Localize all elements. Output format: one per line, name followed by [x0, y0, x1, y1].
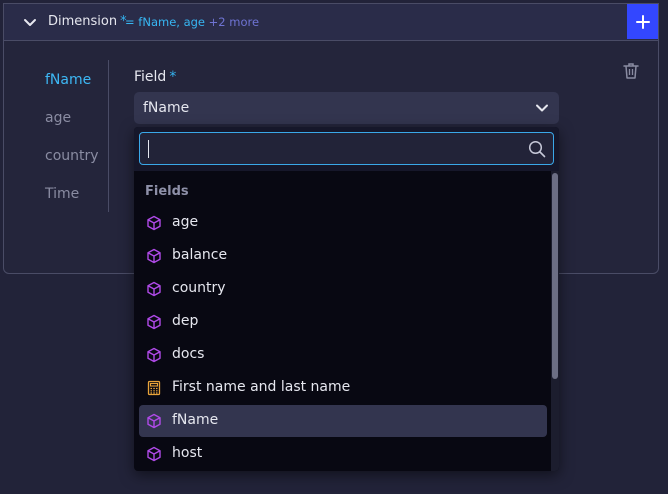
option-label: fName — [172, 412, 219, 428]
field-select[interactable]: fName — [134, 92, 559, 124]
panel-title: Dimension * — [48, 14, 127, 29]
option-label: balance — [172, 247, 228, 263]
option-age[interactable]: age — [139, 207, 547, 239]
search-input[interactable] — [139, 132, 554, 165]
option-label: First name and last name — [172, 379, 351, 395]
text-caret — [148, 140, 149, 158]
option-label: host — [172, 445, 203, 461]
option-host[interactable]: host — [139, 438, 547, 470]
calculator-icon — [147, 380, 161, 396]
trash-icon[interactable] — [623, 62, 639, 80]
dimension-tabs: fName age country Time — [45, 60, 109, 212]
group-label-fields: Fields — [145, 184, 189, 199]
cube-icon — [147, 215, 161, 231]
dropdown-search-area — [134, 127, 559, 171]
cube-icon — [147, 347, 161, 363]
search-icon[interactable] — [528, 140, 546, 158]
scrollbar-thumb[interactable] — [552, 173, 558, 379]
add-dimension-button[interactable] — [627, 4, 658, 39]
cube-icon — [147, 248, 161, 264]
option-balance[interactable]: balance — [139, 240, 547, 272]
field-required-mark: * — [169, 69, 177, 85]
field-label: Field * — [134, 69, 176, 85]
option-country[interactable]: country — [139, 273, 547, 305]
option-dep[interactable]: dep — [139, 306, 547, 338]
cube-icon — [147, 413, 161, 429]
panel-title-text: Dimension — [48, 14, 118, 29]
option-label: dep — [172, 313, 199, 329]
selection-summary: = fName, age +2 more — [125, 15, 259, 29]
cube-icon — [147, 446, 161, 462]
tab-time[interactable]: Time — [45, 186, 79, 202]
option-docs[interactable]: docs — [139, 339, 547, 371]
chevron-down-icon — [536, 104, 548, 112]
panel-header[interactable]: Dimension * = fName, age +2 more — [4, 4, 658, 41]
plus-icon — [635, 14, 650, 29]
chevron-down-icon[interactable] — [22, 15, 38, 31]
option-first-name-and-last-name[interactable]: First name and last name — [139, 372, 547, 404]
option-label: docs — [172, 346, 205, 362]
tab-age[interactable]: age — [45, 110, 71, 126]
cube-icon — [147, 314, 161, 330]
summary-text: = fName, age — [125, 15, 206, 29]
field-label-text: Field — [134, 69, 167, 85]
field-dropdown: Fields age balance country dep docs Firs… — [134, 127, 559, 471]
more-count: +2 more — [208, 15, 260, 29]
option-fname[interactable]: fName — [139, 405, 547, 437]
field-select-value: fName — [143, 100, 190, 116]
tab-country[interactable]: country — [45, 148, 99, 164]
option-label: age — [172, 214, 199, 230]
cube-icon — [147, 281, 161, 297]
option-label: country — [172, 280, 226, 296]
tab-fname[interactable]: fName — [45, 72, 91, 88]
dropdown-scrollbar[interactable] — [551, 171, 559, 471]
